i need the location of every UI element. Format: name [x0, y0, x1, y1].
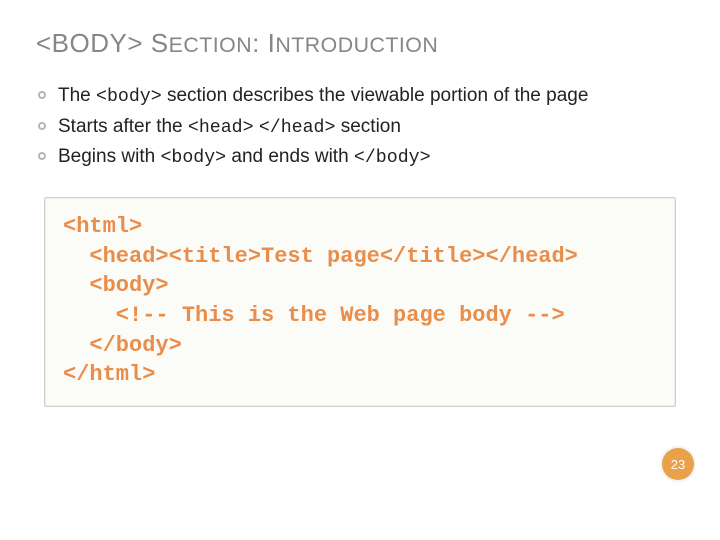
- code-inline: <head>: [188, 118, 254, 138]
- text: section describes the viewable portion o…: [162, 85, 589, 106]
- page-number-badge: 23: [662, 448, 694, 480]
- list-item: The <body> section describes the viewabl…: [36, 83, 684, 110]
- text: The: [58, 85, 96, 106]
- code-line: </html>: [63, 362, 155, 387]
- list-item: Starts after the <head> </head> section: [36, 114, 684, 141]
- code-inline: <body>: [96, 87, 162, 107]
- list-item: Begins with <body> and ends with </body>: [36, 144, 684, 171]
- text: and ends with: [226, 146, 354, 167]
- code-line: <body>: [63, 273, 169, 298]
- text: section: [335, 116, 400, 137]
- code-inline: </body>: [354, 148, 431, 168]
- code-block: <html> <head><title>Test page</title></h…: [44, 197, 676, 407]
- text: Begins with: [58, 146, 160, 167]
- code-line: <html>: [63, 214, 142, 239]
- slide-title: <BODY> SECTION: INTRODUCTION: [36, 28, 684, 59]
- code-inline: </head>: [259, 118, 336, 138]
- code-line: <!-- This is the Web page body -->: [63, 303, 565, 328]
- page-number: 23: [671, 457, 685, 472]
- bullet-list: The <body> section describes the viewabl…: [36, 83, 684, 171]
- code-line: </body>: [63, 333, 182, 358]
- slide: <BODY> SECTION: INTRODUCTION The <body> …: [0, 0, 720, 540]
- text: Starts after the: [58, 116, 188, 137]
- code-line: <head><title>Test page</title></head>: [63, 244, 578, 269]
- code-inline: <body>: [160, 148, 226, 168]
